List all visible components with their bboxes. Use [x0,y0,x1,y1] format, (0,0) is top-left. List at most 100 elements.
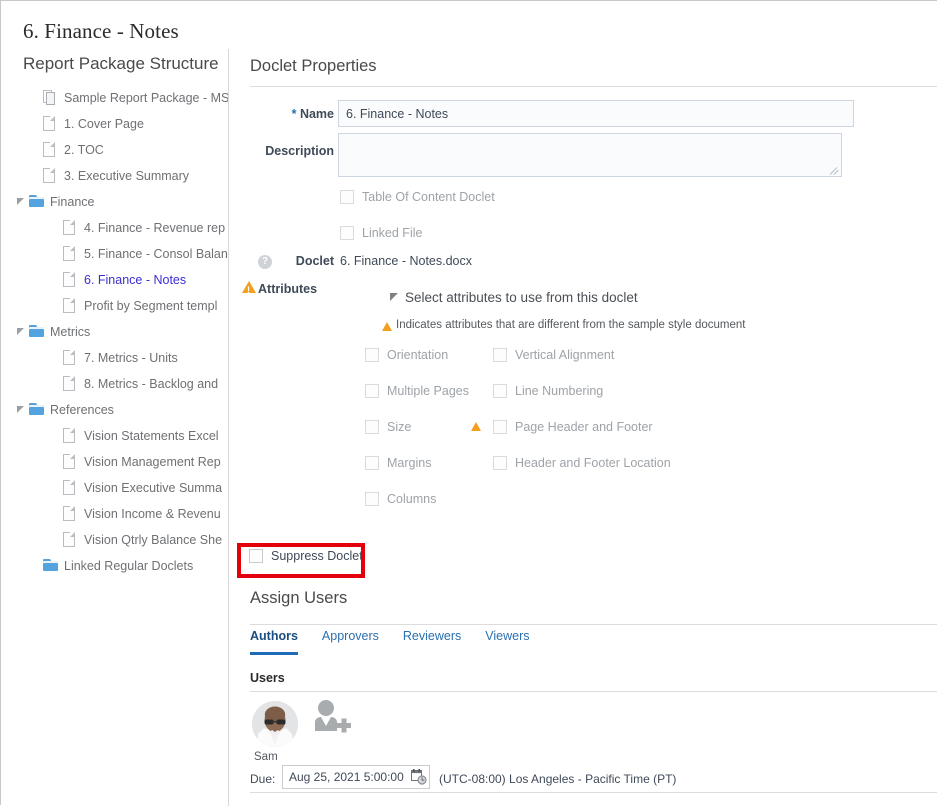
folder-icon [29,325,44,337]
tree-item[interactable]: Vision Statements Excel [1,423,228,449]
tree-item-label: 5. Finance - Consol Balan [84,247,228,261]
attribute-checkbox-row[interactable]: Columns [365,492,436,506]
name-label: * Name [250,107,334,121]
document-icon [63,480,75,495]
tree-item[interactable]: Finance [1,189,228,215]
app-root: 6. Finance - Notes Report Package Struct… [0,0,937,806]
tree-item[interactable]: 2. TOC [1,137,228,163]
attribute-checkbox[interactable] [365,492,379,506]
tree-item[interactable]: Linked Regular Doclets [1,553,228,579]
avatar[interactable] [252,701,298,747]
attribute-checkbox-row[interactable]: Margins [365,456,431,470]
attribute-checkbox-row[interactable]: Line Numbering [493,384,603,398]
tree-item[interactable]: Sample Report Package - MS [1,85,229,111]
suppress-doclet-checkbox[interactable] [249,549,263,563]
tree-item-label: Profit by Segment templ [84,299,218,313]
attribute-checkbox-row[interactable]: Vertical Alignment [493,348,614,362]
linked-file-checkbox-row[interactable]: Linked File [340,226,422,240]
assign-users-heading: Assign Users [250,589,348,607]
divider-assign-users [250,624,937,625]
description-textarea[interactable] [338,133,842,177]
folder-icon [29,195,44,207]
document-icon [43,141,59,159]
attribute-checkbox-row[interactable]: Header and Footer Location [493,456,671,470]
folder-icon [43,557,59,575]
divider-due [250,792,937,793]
tree-item[interactable]: 4. Finance - Revenue rep [1,215,228,241]
attributes-legend: Indicates attributes that are different … [396,319,746,331]
attribute-checkbox-row[interactable]: Page Header and Footer [493,420,653,434]
tree-item[interactable]: Vision Qtrly Balance She [1,527,228,553]
document-icon [63,220,75,235]
tab-reviewers[interactable]: Reviewers [403,629,461,655]
document-icon [63,350,75,365]
suppress-doclet-checkbox-row[interactable]: Suppress Doclet [249,549,363,563]
tab-viewers[interactable]: Viewers [485,629,529,655]
document-icon [63,219,79,237]
attribute-checkbox[interactable] [493,384,507,398]
tree-item[interactable]: Metrics [1,319,228,345]
tree-item[interactable]: 5. Finance - Consol Balan [1,241,228,267]
tab-approvers[interactable]: Approvers [322,629,379,655]
stacked-documents-icon [43,90,56,105]
tree-item[interactable]: 7. Metrics - Units [1,345,228,371]
attribute-checkbox[interactable] [365,456,379,470]
attribute-label: Columns [387,492,437,506]
sidebar-title: Report Package Structure [23,54,219,73]
tab-authors[interactable]: Authors [250,629,298,655]
tree-item-label: Vision Management Rep [84,455,221,469]
attribute-checkbox[interactable] [493,456,507,470]
attribute-label: Multiple Pages [387,384,469,398]
tree-item[interactable]: Vision Executive Summa [1,475,228,501]
linked-file-checkbox[interactable] [340,226,354,240]
tree-item-label: 8. Metrics - Backlog and [84,377,219,391]
tree-item[interactable]: Vision Management Rep [1,449,228,475]
tree-item-label: Metrics [50,325,91,339]
tree-item[interactable]: References [1,397,228,423]
attribute-checkbox[interactable] [493,348,507,362]
toc-doclet-label: Table Of Content Doclet [362,190,495,204]
tree-item-label: Finance [50,195,95,209]
document-icon [63,532,75,547]
document-icon [63,272,75,287]
tree-item[interactable]: Profit by Segment templ [1,293,228,319]
tree-item[interactable]: Vision Income & Revenu [1,501,228,527]
page-title: 6. Finance - Notes [23,19,179,43]
divider-properties [250,86,937,87]
tree-item-label: Sample Report Package - MS [64,91,229,105]
select-attributes-heading: Select attributes to use from this docle… [405,290,638,305]
name-input[interactable] [338,100,854,127]
toc-doclet-checkbox[interactable] [340,190,354,204]
tree-item[interactable]: 1. Cover Page [1,111,228,137]
document-icon [63,453,79,471]
document-icon [43,142,55,157]
due-date-input[interactable] [282,765,430,789]
due-timezone: (UTC-08:00) Los Angeles - Pacific Time (… [439,772,677,786]
users-section-header: Users [250,671,285,685]
calendar-clock-icon[interactable] [411,769,427,785]
attribute-checkbox[interactable] [365,384,379,398]
attribute-checkbox[interactable] [493,420,507,434]
tree-item-label: Vision Income & Revenu [84,507,221,521]
attribute-label: Size [387,420,412,434]
attributes-disclosure-triangle[interactable] [390,293,398,301]
attribute-label: Orientation [387,348,449,362]
toc-doclet-checkbox-row[interactable]: Table Of Content Doclet [340,190,495,204]
tree-item[interactable]: 3. Executive Summary [1,163,228,189]
help-icon[interactable]: ? [258,255,272,269]
tree-item-label: Vision Executive Summa [84,481,223,495]
document-icon [63,271,79,289]
doclet-properties-panel: Doclet Properties * Name Description Tab… [230,49,937,806]
attribute-checkbox-row[interactable]: Size [365,420,411,434]
doclet-properties-heading: Doclet Properties [250,57,377,75]
attribute-checkbox-row[interactable]: Multiple Pages [365,384,469,398]
attribute-checkbox[interactable] [365,420,379,434]
attribute-checkbox[interactable] [365,348,379,362]
tree-item[interactable]: 6. Finance - Notes [1,267,228,293]
attribute-label: Vertical Alignment [515,348,615,362]
attribute-checkbox-row[interactable]: Orientation [365,348,448,362]
tree-item[interactable]: 8. Metrics - Backlog and [1,371,228,397]
tree-item-label: 7. Metrics - Units [84,351,178,365]
document-icon [63,375,79,393]
add-user-icon[interactable] [310,699,352,741]
